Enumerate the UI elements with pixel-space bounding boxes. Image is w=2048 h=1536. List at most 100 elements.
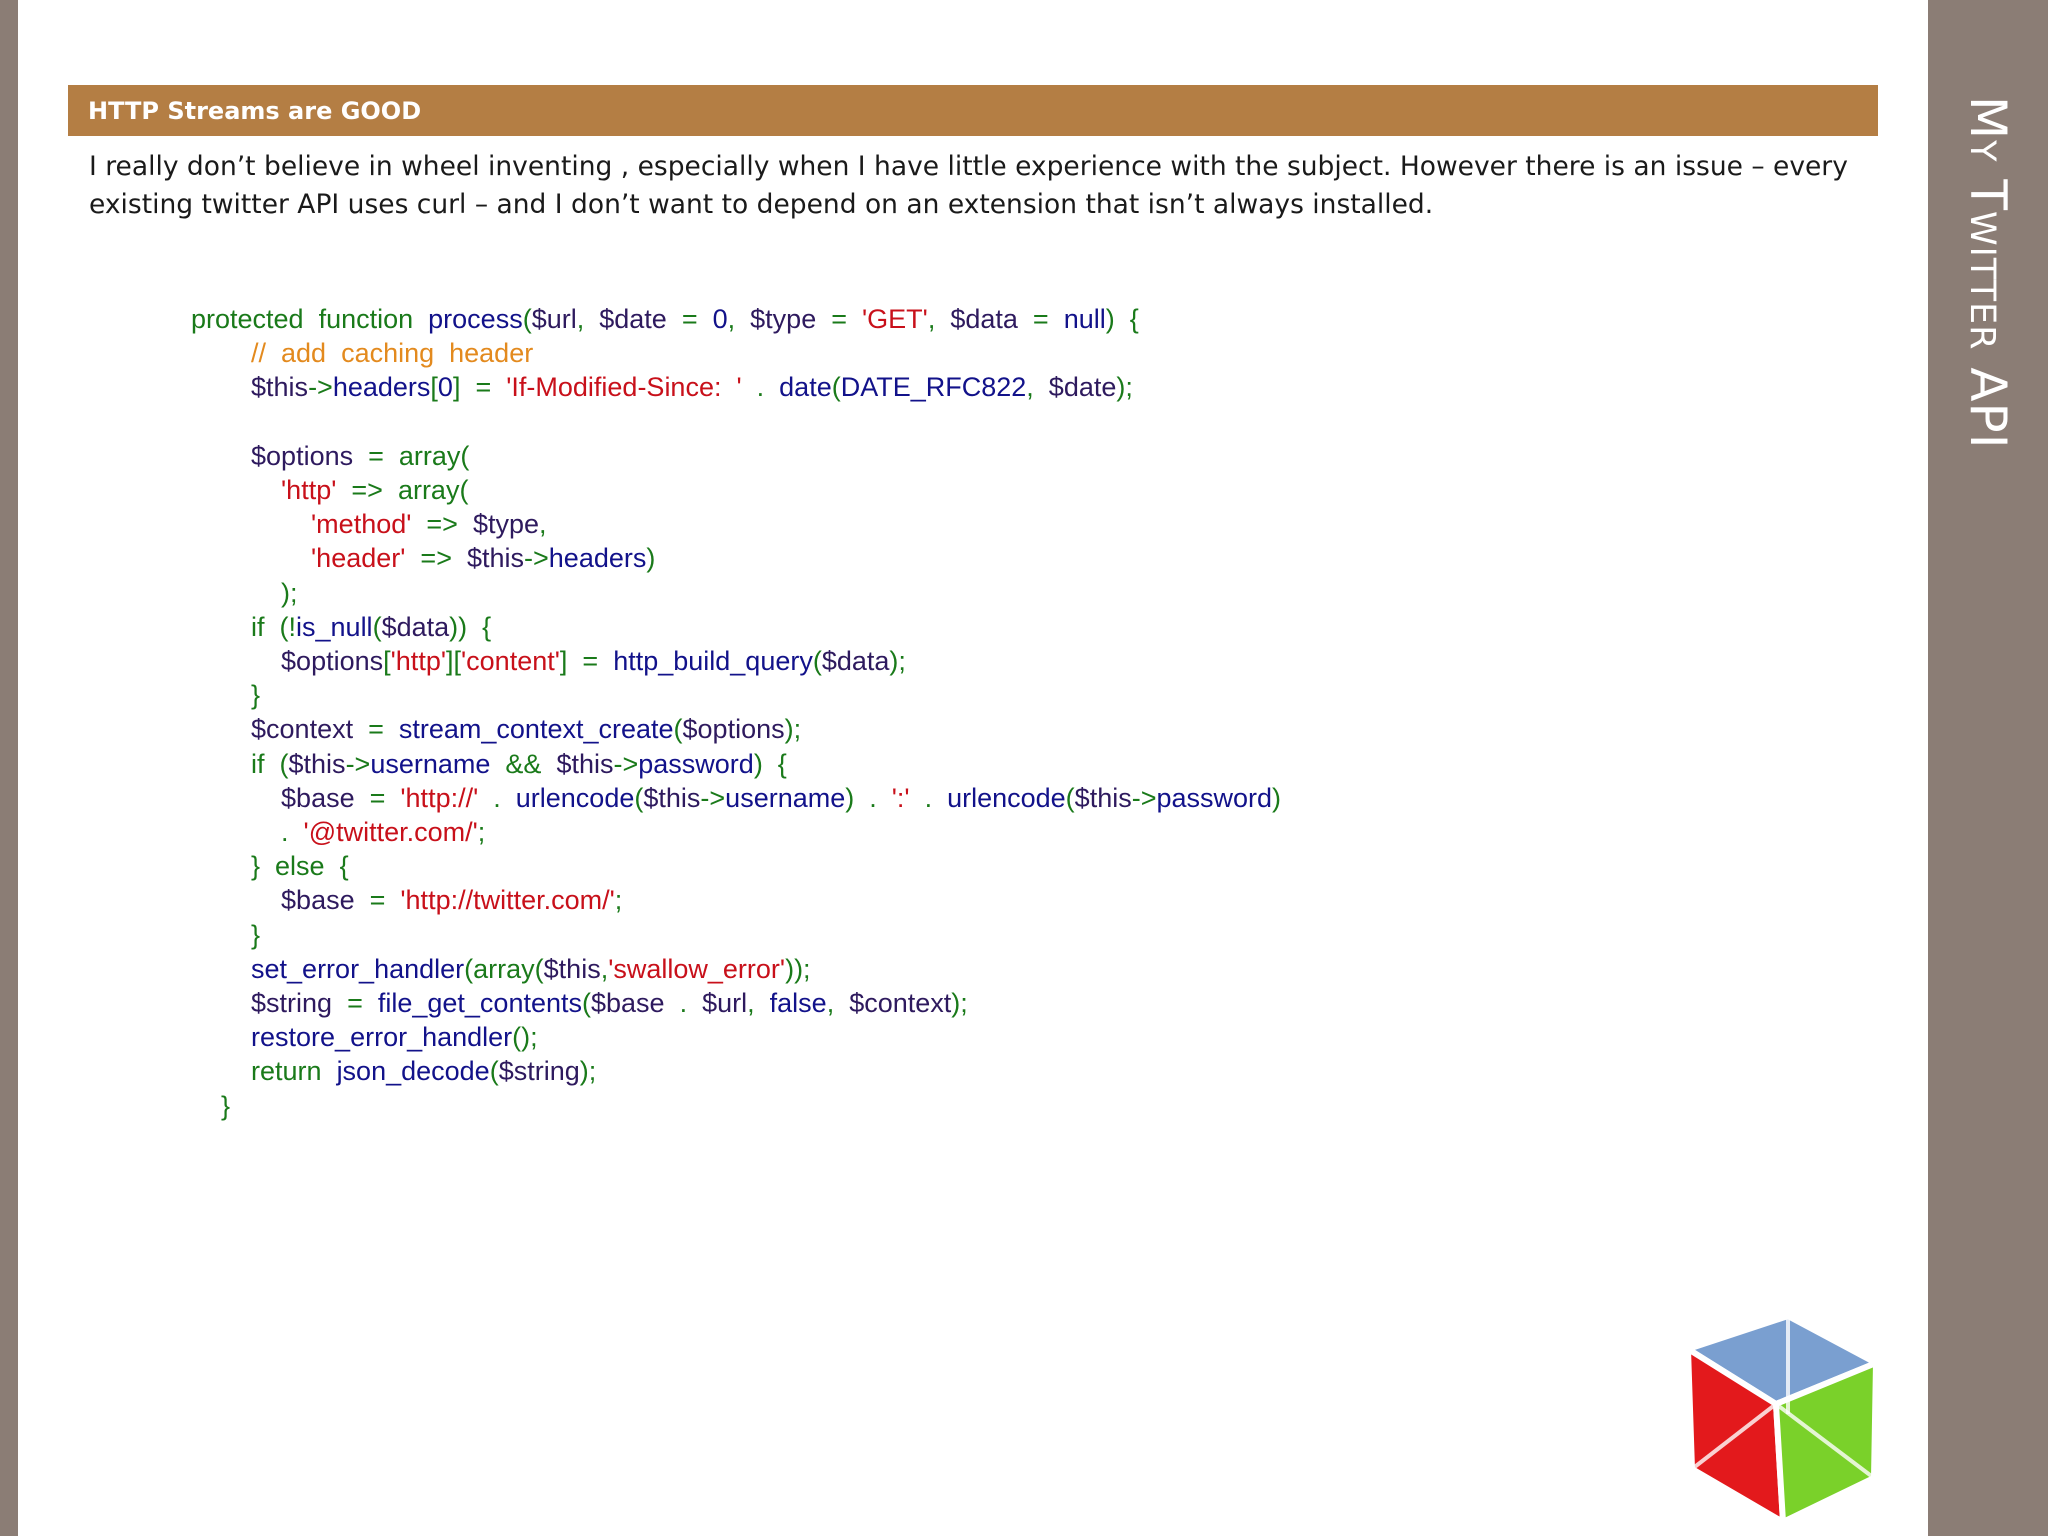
code-token: .: [664, 988, 703, 1018]
code-token: $base: [591, 988, 665, 1018]
code-token: (: [831, 372, 841, 403]
code-token: $type: [750, 304, 817, 334]
code-line: protected function process($url, $date =…: [191, 302, 1139, 336]
code-token: process: [428, 304, 523, 334]
code-token: password: [638, 748, 754, 779]
code-line: );: [191, 576, 298, 610]
code-token: ();: [512, 1022, 538, 1053]
code-token: 'method': [311, 509, 412, 540]
code-token: .: [741, 372, 780, 403]
code-token: $this: [543, 953, 601, 984]
code-token: $this: [1074, 782, 1132, 813]
code-token: date: [779, 372, 832, 403]
code-token: =>: [411, 509, 473, 540]
code-line: }: [191, 918, 260, 952]
code-token: 'swallow_error': [608, 953, 786, 984]
code-token: is_null: [296, 611, 373, 642]
code-token: urlencode: [947, 782, 1066, 813]
code-token: array(: [397, 475, 469, 505]
code-token: headers: [548, 543, 647, 574]
code-token: } else {: [251, 851, 349, 882]
slide-title: My Twitter API: [1959, 96, 2017, 450]
code-line: $string = file_get_contents($base . $url…: [191, 986, 968, 1020]
code-token: 0: [712, 304, 728, 334]
code-token: ->: [613, 748, 639, 779]
code-line: $base = 'http://' . urlencode($this->use…: [191, 781, 1281, 815]
code-token: restore_error_handler: [251, 1022, 513, 1053]
code-token: false: [769, 988, 827, 1018]
code-token: [: [430, 372, 438, 403]
code-token: =: [353, 714, 399, 745]
code-token: ,: [747, 988, 770, 1018]
code-token: // add caching header: [191, 338, 534, 369]
code-token: $date: [1048, 372, 1117, 403]
code-token: );: [784, 714, 802, 745]
code-token: $url: [702, 988, 748, 1018]
code-token: }: [251, 919, 261, 950]
code-line: . '@twitter.com/';: [191, 815, 485, 849]
code-token: 'GET': [862, 304, 928, 334]
code-token: $type: [472, 509, 540, 540]
code-token: ->: [524, 543, 549, 574]
code-line: $options['http']['content'] = http_build…: [191, 644, 906, 678]
code-token: (: [634, 782, 644, 813]
code-token: (: [812, 646, 822, 676]
code-token: $context: [849, 988, 952, 1018]
gtk-cube-logo-icon: [1685, 1316, 1879, 1525]
code-token: set_error_handler: [251, 953, 465, 984]
code-token: stream_context_create: [398, 714, 674, 745]
code-token: =: [354, 782, 401, 813]
code-token: (: [522, 304, 532, 334]
code-token: (: [372, 611, 382, 642]
code-token: ->: [700, 782, 726, 813]
code-token: ->: [308, 372, 333, 403]
code-token: username: [725, 782, 846, 813]
code-token: );: [579, 1056, 597, 1087]
code-token: ,: [1026, 372, 1049, 403]
code-token: ->: [345, 748, 371, 779]
code-token: file_get_contents: [377, 988, 582, 1018]
code-token: $this: [556, 748, 614, 779]
code-token: headers: [332, 372, 431, 403]
code-token: ) {: [1105, 304, 1139, 334]
code-line: restore_error_handler();: [191, 1020, 538, 1054]
code-token: return: [251, 1056, 337, 1087]
code-token: array(: [398, 440, 470, 471]
code-token: '@twitter.com/': [303, 817, 478, 847]
code-token: )) {: [449, 611, 492, 642]
code-block: protected function process($url, $date =…: [0, 0, 1900, 1536]
code-line: $base = 'http://twitter.com/';: [191, 883, 622, 917]
code-line: }: [191, 678, 260, 712]
code-line: $this->headers[0] = 'If-Modified-Since: …: [191, 370, 1133, 404]
code-token: ;: [477, 817, 486, 847]
code-token: $base: [281, 885, 355, 916]
code-token: 'http://': [400, 782, 479, 813]
code-token: =>: [336, 475, 398, 505]
code-token: $this: [251, 372, 309, 403]
code-token: ':': [891, 782, 910, 813]
code-token: http_build_query: [613, 646, 813, 676]
code-token: );: [951, 988, 968, 1018]
code-token: =: [332, 988, 378, 1018]
code-token: (array(: [464, 953, 544, 984]
code-line: 'header' => $this->headers): [191, 541, 655, 575]
code-token: &&: [490, 748, 557, 779]
code-token: ): [646, 543, 656, 574]
code-token: ,: [576, 304, 600, 334]
code-token: $this: [643, 782, 701, 813]
code-token: ,: [727, 304, 751, 334]
code-line: }: [191, 1089, 230, 1123]
code-token: }: [221, 1090, 231, 1121]
code-token: null: [1063, 304, 1106, 334]
code-token: =>: [405, 543, 467, 574]
code-line: // add caching header: [191, 336, 533, 370]
